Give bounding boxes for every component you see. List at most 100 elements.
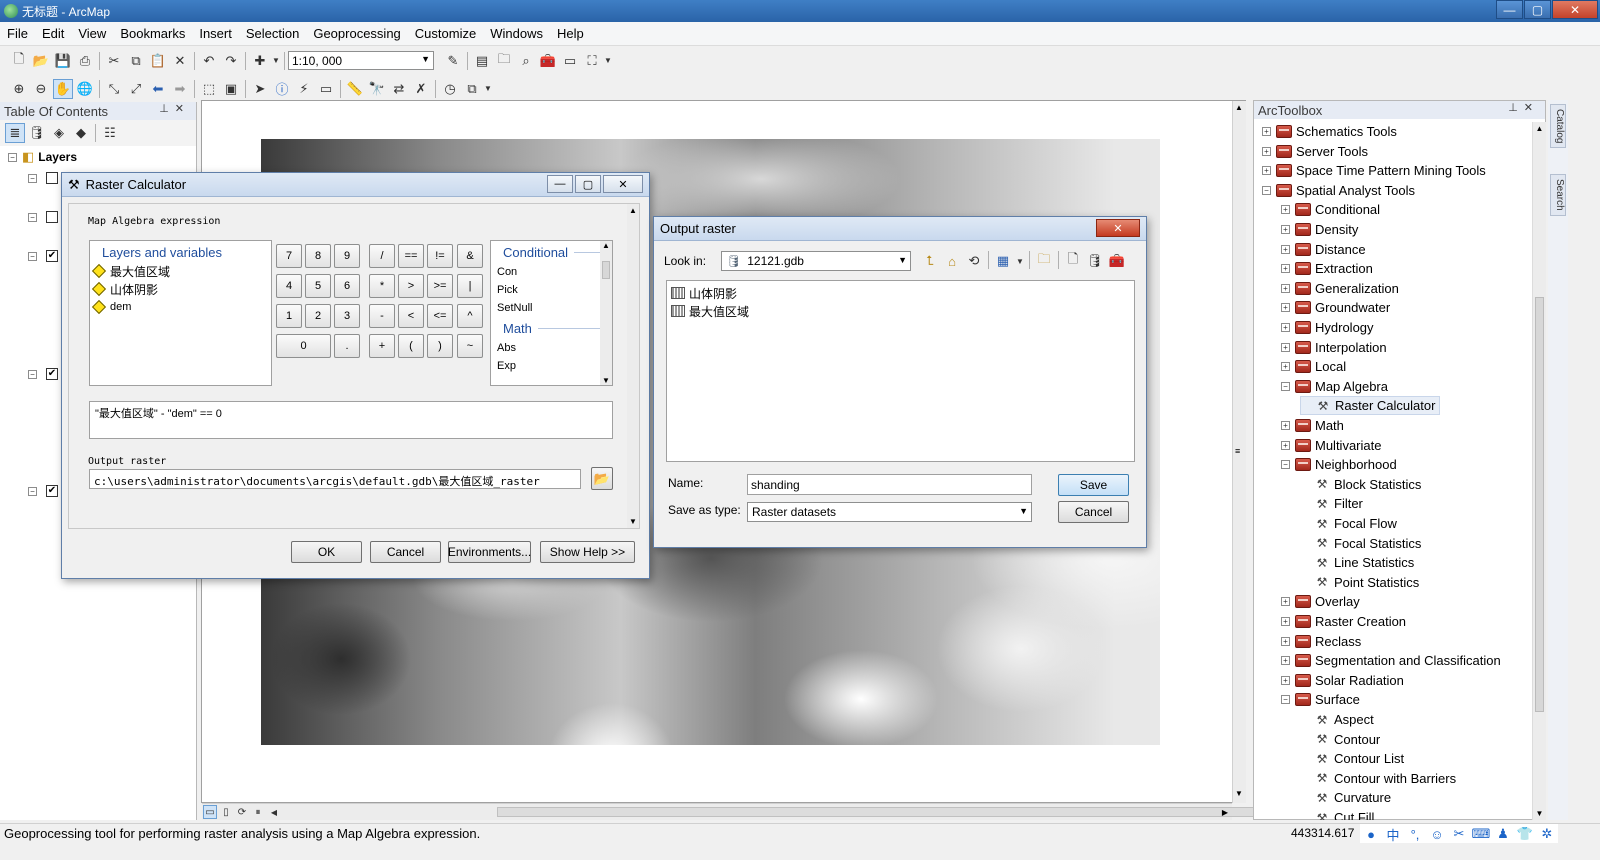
toolbox-toolset-item[interactable]: + Reclass xyxy=(1281,632,1361,651)
layer-visibility-checkbox[interactable] xyxy=(46,172,58,184)
raster-dataset-item[interactable]: 山体阴影 xyxy=(671,284,1130,302)
skin-icon[interactable]: 👕 xyxy=(1514,826,1536,842)
layer-visibility-checkbox[interactable] xyxy=(46,211,58,223)
scroll-down-icon[interactable]: ▼ xyxy=(1533,809,1546,818)
keypad-button[interactable]: * xyxy=(369,274,395,298)
search-tab[interactable]: Search xyxy=(1550,174,1566,216)
close-button[interactable]: ✕ xyxy=(603,175,643,193)
keypad-button[interactable]: . xyxy=(334,334,360,358)
layer-item[interactable]: 最大值区域 xyxy=(90,262,271,280)
list-by-selection-icon[interactable]: ◆ xyxy=(71,123,91,143)
find-route-icon[interactable]: ⇄ xyxy=(389,79,409,99)
toolbox-toolset-item[interactable]: + Local xyxy=(1281,357,1346,376)
open-icon[interactable]: 📂 xyxy=(31,51,51,71)
close-icon[interactable]: ✕ xyxy=(175,103,190,115)
goto-xy-icon[interactable]: ✗ xyxy=(411,79,431,99)
keypad-button[interactable]: == xyxy=(398,244,424,268)
copy-icon[interactable]: ⧉ xyxy=(126,51,146,71)
pin-icon[interactable]: ⊥ xyxy=(159,103,175,115)
keypad-button[interactable]: 6 xyxy=(334,274,360,298)
toolbox-toolset-item[interactable]: + Density xyxy=(1281,220,1358,239)
ime-chinese-icon[interactable]: 中 xyxy=(1382,825,1404,844)
keypad-button[interactable]: - xyxy=(369,304,395,328)
hyperlink-icon[interactable]: ⚡ xyxy=(294,79,314,99)
expand-icon[interactable]: + xyxy=(1281,617,1290,626)
scroll-down-icon[interactable]: ▼ xyxy=(602,376,610,385)
toolbox-tool-item[interactable]: ⚒ Aspect xyxy=(1300,710,1374,729)
toc-window-icon[interactable]: ▤ xyxy=(472,51,492,71)
save-button[interactable]: Save xyxy=(1058,474,1129,496)
collapse-icon[interactable]: − xyxy=(28,369,37,379)
environments-button[interactable]: Environments... xyxy=(448,541,531,563)
ok-button[interactable]: OK xyxy=(291,541,362,563)
minimize-button[interactable]: — xyxy=(1496,0,1523,19)
expand-icon[interactable]: + xyxy=(1262,127,1271,136)
expand-icon[interactable]: + xyxy=(1281,421,1290,430)
expand-icon[interactable]: + xyxy=(1281,283,1290,293)
catalog-tab[interactable]: Catalog xyxy=(1550,104,1566,149)
scroll-down-icon[interactable]: ▼ xyxy=(629,517,637,526)
undo-icon[interactable]: ↶ xyxy=(199,51,219,71)
save-icon[interactable]: 💾 xyxy=(53,51,73,71)
refresh-icon[interactable]: ⟳ xyxy=(235,805,249,819)
tools-icon[interactable]: ✂ xyxy=(1448,826,1470,842)
toolbox-tool-item[interactable]: ⚒ Cut Fill xyxy=(1300,808,1375,820)
scroll-right-icon[interactable]: ▶ xyxy=(1222,808,1228,817)
keypad-button[interactable]: >= xyxy=(427,274,453,298)
menu-edit[interactable]: Edit xyxy=(35,26,71,41)
collapse-icon[interactable]: − xyxy=(28,486,37,496)
html-popup-icon[interactable]: ▭ xyxy=(316,79,336,99)
zoom-out-icon[interactable]: ⊖ xyxy=(31,79,51,99)
maximize-button[interactable]: ▢ xyxy=(1524,0,1551,19)
list-by-drawing-order-icon[interactable]: ≣ xyxy=(5,123,25,143)
keypad-button[interactable]: | xyxy=(457,274,483,298)
toolbox-item[interactable]: + Space Time Pattern Mining Tools xyxy=(1262,161,1486,180)
data-view-icon[interactable]: ▭ xyxy=(203,805,217,819)
function-item[interactable]: Con xyxy=(491,263,612,281)
close-button[interactable]: ✕ xyxy=(1552,0,1598,19)
toolbox-item[interactable]: − Spatial Analyst Tools xyxy=(1262,181,1415,200)
collapse-icon[interactable]: − xyxy=(1262,185,1271,195)
expand-icon[interactable]: + xyxy=(1281,303,1290,313)
layers-and-variables-list[interactable]: Layers and variables 最大值区域 山体阴影 dem xyxy=(89,240,272,386)
name-input[interactable]: shanding xyxy=(747,474,1032,495)
connect-folder-icon[interactable]: ⟲ xyxy=(964,251,984,271)
arctoolbox-window-icon[interactable]: 🧰 xyxy=(538,51,558,71)
pan-icon[interactable]: ✋ xyxy=(53,78,73,99)
menu-view[interactable]: View xyxy=(71,26,113,41)
scroll-thumb[interactable] xyxy=(1535,297,1544,712)
toolbox-toolset-item[interactable]: + Conditional xyxy=(1281,200,1380,219)
menu-help[interactable]: Help xyxy=(550,26,591,41)
expand-icon[interactable]: + xyxy=(1281,440,1290,450)
toolbox-icon[interactable]: 🧰 xyxy=(1107,251,1127,271)
pin-icon[interactable]: ⊥ xyxy=(1508,102,1524,114)
keypad-button[interactable]: 8 xyxy=(305,244,331,268)
scroll-left-icon[interactable]: ◀ xyxy=(267,805,281,819)
toolbox-toolset-item[interactable]: + Multivariate xyxy=(1281,436,1381,455)
layout-view-icon[interactable]: ▯ xyxy=(219,805,233,819)
keypad-button[interactable]: != xyxy=(427,244,453,268)
function-item[interactable]: SetNull xyxy=(491,299,612,317)
new-item-icon[interactable]: 🗋 xyxy=(1063,251,1083,271)
toolbox-toolset-item[interactable]: + Interpolation xyxy=(1281,338,1387,357)
expand-icon[interactable]: + xyxy=(1281,244,1290,254)
expand-icon[interactable]: + xyxy=(1281,264,1290,274)
toolbox-toolset-item[interactable]: + Hydrology xyxy=(1281,318,1374,337)
full-extent-icon[interactable]: 🌐 xyxy=(75,79,95,99)
toolbox-toolset-item[interactable]: − Surface xyxy=(1281,690,1360,709)
map-vertical-scrollbar[interactable]: ▲ ≡ ▼ xyxy=(1232,101,1246,803)
keypad-button[interactable]: 2 xyxy=(305,304,331,328)
scroll-up-icon[interactable]: ▲ xyxy=(1533,124,1546,133)
back-icon[interactable]: ⬅ xyxy=(148,79,168,99)
keypad-button[interactable]: 4 xyxy=(276,274,302,298)
raster-dataset-item[interactable]: 最大值区域 xyxy=(671,302,1130,320)
toc-layer-row[interactable]: − xyxy=(28,172,58,184)
collapse-icon[interactable]: − xyxy=(8,152,17,162)
cut-icon[interactable]: ✂ xyxy=(104,51,124,71)
home-icon[interactable]: ⌂ xyxy=(942,251,962,271)
list-by-visibility-icon[interactable]: ◈ xyxy=(49,123,69,143)
keypad-button[interactable]: 5 xyxy=(305,274,331,298)
toolbox-item[interactable]: + Server Tools xyxy=(1262,142,1368,161)
expand-icon[interactable]: + xyxy=(1281,323,1290,332)
expand-icon[interactable]: + xyxy=(1281,342,1290,352)
